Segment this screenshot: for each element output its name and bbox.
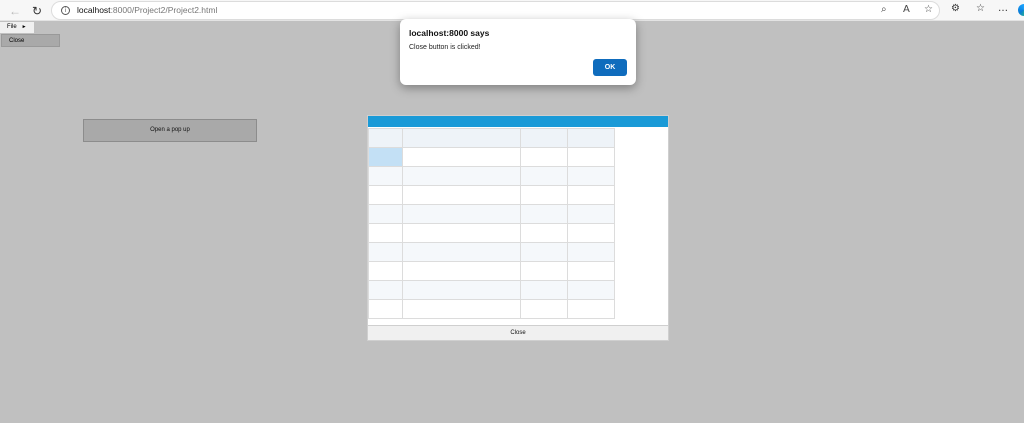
grid-cell[interactable] <box>402 299 521 319</box>
grid-cell-selected[interactable] <box>368 147 403 167</box>
grid-cell[interactable] <box>402 204 521 224</box>
popup-close-button[interactable]: Close <box>368 325 668 340</box>
grid-cell[interactable] <box>402 223 521 243</box>
grid-cell[interactable] <box>567 299 615 319</box>
grid-cell[interactable] <box>520 166 568 186</box>
close-menu-item[interactable]: Close <box>1 34 60 47</box>
open-popup-button[interactable]: Open a pop up <box>83 119 257 142</box>
grid-cell[interactable] <box>520 299 568 319</box>
grid-cell[interactable] <box>368 261 403 281</box>
grid-cell[interactable] <box>368 204 403 224</box>
popup-header <box>368 116 668 127</box>
info-icon[interactable]: i <box>61 6 70 15</box>
grid-header-cell[interactable] <box>567 128 615 148</box>
table-row <box>368 166 615 186</box>
alert-message: Close button is clicked! <box>409 44 481 51</box>
grid-cell[interactable] <box>567 147 615 167</box>
refresh-icon[interactable]: ↻ <box>28 2 46 19</box>
alert-title: localhost:8000 says <box>409 28 490 38</box>
grid-cell[interactable] <box>520 280 568 300</box>
table-row <box>368 242 615 262</box>
table-row <box>368 261 615 281</box>
zoom-icon[interactable]: ⌕ <box>881 4 887 15</box>
url-path: :8000/Project2/Project2.html <box>110 5 218 15</box>
url-text: localhost:8000/Project2/Project2.html <box>77 5 217 15</box>
edge-logo-icon[interactable] <box>1018 4 1024 16</box>
grid-cell[interactable] <box>402 261 521 281</box>
grid-cell[interactable] <box>402 185 521 205</box>
table-row <box>368 223 615 243</box>
grid-cell[interactable] <box>368 280 403 300</box>
more-icon[interactable]: … <box>998 3 1008 14</box>
grid-header-cell[interactable] <box>402 128 521 148</box>
grid-cell[interactable] <box>520 185 568 205</box>
grid-cell[interactable] <box>520 147 568 167</box>
alert-ok-button[interactable]: OK <box>593 59 627 76</box>
grid-cell[interactable] <box>567 204 615 224</box>
extensions-icon[interactable]: ⚙ <box>951 3 960 14</box>
grid-cell[interactable] <box>567 242 615 262</box>
read-aloud-icon[interactable]: A <box>903 4 910 15</box>
submenu-arrow-icon: ► <box>21 24 27 30</box>
grid-cell[interactable] <box>368 299 403 319</box>
grid-cell[interactable] <box>520 242 568 262</box>
file-menu-label: File <box>7 24 17 30</box>
grid-cell[interactable] <box>368 166 403 186</box>
grid-cell[interactable] <box>368 242 403 262</box>
grid-cell[interactable] <box>402 242 521 262</box>
grid-cell[interactable] <box>402 147 521 167</box>
url-host: localhost <box>77 5 111 15</box>
grid-cell[interactable] <box>520 261 568 281</box>
file-menu[interactable]: File ► <box>0 22 34 33</box>
grid-cell[interactable] <box>368 185 403 205</box>
browser-toolbar: ← ↻ i localhost:8000/Project2/Project2.h… <box>0 0 1024 21</box>
table-row <box>368 280 615 300</box>
table-row <box>368 185 615 205</box>
grid-cell[interactable] <box>567 223 615 243</box>
popup-grid <box>368 128 615 319</box>
table-row <box>368 147 615 167</box>
back-arrow-icon[interactable]: ← <box>6 2 24 19</box>
favorites-icon[interactable]: ☆ <box>976 3 985 14</box>
grid-header-cell[interactable] <box>520 128 568 148</box>
grid-header-cell[interactable] <box>368 128 403 148</box>
popup-window: Close <box>367 115 669 341</box>
alert-dialog: localhost:8000 says Close button is clic… <box>400 19 636 85</box>
table-row <box>368 299 615 319</box>
grid-cell[interactable] <box>567 166 615 186</box>
grid-cell[interactable] <box>567 261 615 281</box>
grid-cell[interactable] <box>567 185 615 205</box>
table-row <box>368 204 615 224</box>
grid-cell[interactable] <box>520 204 568 224</box>
grid-cell[interactable] <box>402 166 521 186</box>
favorite-star-icon[interactable]: ☆ <box>924 4 933 15</box>
address-bar[interactable]: i localhost:8000/Project2/Project2.html … <box>51 1 940 20</box>
grid-cell[interactable] <box>368 223 403 243</box>
grid-header-row <box>368 128 615 148</box>
grid-cell[interactable] <box>402 280 521 300</box>
grid-cell[interactable] <box>520 223 568 243</box>
grid-cell[interactable] <box>567 280 615 300</box>
